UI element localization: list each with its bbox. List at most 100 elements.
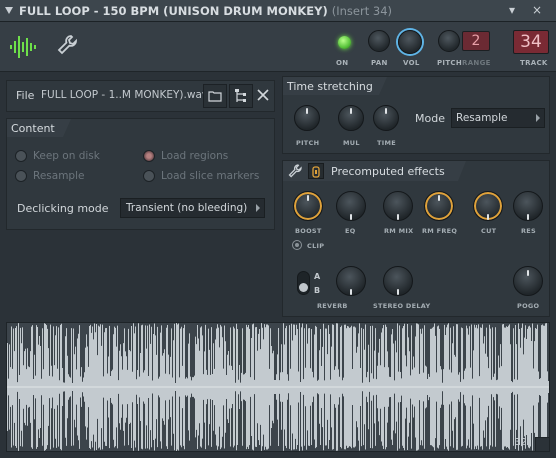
insert-label: (Insert 34) [331, 4, 393, 18]
track-number[interactable]: 34 [513, 30, 549, 54]
b-label: B [314, 286, 321, 295]
stereo-delay-knob[interactable] [383, 266, 413, 296]
time-stretching-title: Time stretching [283, 77, 387, 95]
knob-indicator [397, 214, 399, 220]
clear-file-button[interactable] [254, 84, 272, 108]
collapse-icon[interactable]: ▾ [505, 3, 519, 17]
knob-indicator [350, 108, 352, 114]
knob-indicator [487, 214, 489, 220]
open-folder-button[interactable] [203, 84, 227, 108]
knob-indicator [527, 214, 529, 220]
a-label: A [314, 272, 321, 281]
declicking-mode-value: Transient (no bleeding) [126, 202, 248, 214]
knob-indicator [350, 214, 352, 220]
stretch-time-label: TIME [377, 139, 396, 147]
file-name[interactable]: FULL LOOP - 1..M MONKEY).wav [41, 89, 208, 101]
on-label: ON [336, 59, 349, 67]
rm-freq-label: RM FREQ [422, 227, 458, 235]
radio-dot [143, 150, 155, 162]
stereo-delay-label: STEREO DELAY [373, 302, 431, 310]
boost-knob[interactable] [293, 191, 323, 221]
vol-label: VOL [403, 59, 420, 67]
menu-arrow-icon[interactable] [5, 7, 13, 14]
chevron-right-icon [256, 204, 260, 212]
load-regions-label: Load regions [161, 150, 229, 162]
load-slice-markers-option[interactable]: Load slice markers [143, 170, 259, 182]
mode-label: Mode [415, 112, 445, 125]
declicking-mode-label: Declicking mode [17, 202, 109, 215]
waveform-display[interactable]: 32 [6, 322, 550, 452]
close-icon[interactable]: × [530, 3, 544, 17]
browse-button[interactable] [229, 84, 253, 108]
keep-on-disk-label: Keep on disk [33, 150, 100, 162]
range-label: RANGE [462, 59, 491, 67]
radio-dot [15, 170, 27, 182]
load-regions-option[interactable]: Load regions [143, 150, 228, 162]
res-label: RES [521, 227, 537, 235]
declicking-mode-select[interactable]: Transient (no bleeding) [120, 198, 265, 218]
waveform-graphic [7, 323, 549, 451]
wrench-icon[interactable] [288, 164, 302, 178]
rm-mix-label: RM MIX [384, 227, 414, 235]
window-title-text: FULL LOOP - 150 BPM (UNISON DRUM MONKEY) [19, 4, 328, 18]
beat-count: 32 [514, 437, 527, 448]
stretch-pitch-knob[interactable] [294, 105, 320, 131]
pan-knob[interactable] [368, 30, 390, 52]
volume-knob[interactable] [398, 30, 422, 54]
clip-toggle[interactable] [292, 240, 302, 250]
wrench-icon[interactable] [56, 34, 78, 56]
time-stretching-panel: Time stretching PITCH MUL TIME Mode Resa… [282, 76, 550, 154]
knob-indicator [307, 195, 309, 201]
chevron-right-icon [536, 114, 540, 122]
close-icon [257, 89, 269, 101]
rm-mix-knob[interactable] [383, 191, 413, 221]
res-knob[interactable] [513, 191, 543, 221]
reverb-label: REVERB [317, 302, 348, 310]
stretch-time-knob[interactable] [373, 105, 399, 131]
resize-corner[interactable] [535, 437, 549, 451]
content-panel: Content Keep on disk Load regions Resamp… [6, 118, 275, 230]
file-panel: File FULL LOOP - 1..M MONKEY).wav [6, 80, 275, 112]
knob-indicator [350, 289, 352, 295]
pan-label: PAN [371, 59, 388, 67]
resample-label: Resample [33, 170, 85, 182]
mode-value: Resample [456, 112, 508, 124]
window-title: FULL LOOP - 150 BPM (UNISON DRUM MONKEY)… [19, 4, 392, 18]
content-section-title: Content [7, 119, 71, 137]
cut-label: CUT [481, 227, 497, 235]
mode-select[interactable]: Resample [451, 108, 545, 128]
ab-switch[interactable] [297, 271, 310, 295]
load-slice-markers-label: Load slice markers [161, 170, 260, 182]
stretch-mul-knob[interactable] [338, 105, 364, 131]
effects-toggle-button[interactable] [308, 163, 324, 179]
waveform-icon[interactable] [8, 32, 38, 62]
tree-icon [235, 89, 246, 102]
knob-indicator [385, 108, 387, 114]
cut-knob[interactable] [473, 191, 503, 221]
knob-indicator [306, 108, 308, 114]
precomputed-effects-panel: Precomputed effects BOOST CLIP EQ RM MIX… [282, 160, 550, 317]
pogo-knob[interactable] [513, 266, 543, 296]
title-bar[interactable]: FULL LOOP - 150 BPM (UNISON DRUM MONKEY)… [0, 0, 556, 22]
eq-knob[interactable] [336, 191, 366, 221]
stretch-pitch-label: PITCH [296, 139, 320, 147]
boost-label: BOOST [295, 227, 322, 235]
reverb-knob[interactable] [336, 266, 366, 296]
keep-on-disk-option[interactable]: Keep on disk [15, 150, 100, 162]
eq-label: EQ [345, 227, 356, 235]
radio-dot [15, 150, 27, 162]
channel-toolbar: ON PAN VOL PITCH 2 RANGE 34 TRACK [0, 22, 556, 72]
precomputed-effects-title: Precomputed effects [331, 165, 445, 178]
pitch-knob[interactable] [438, 30, 460, 52]
stretch-mul-label: MUL [343, 139, 360, 147]
rm-freq-knob[interactable] [424, 191, 454, 221]
pogo-label: POGO [517, 302, 540, 310]
track-label: TRACK [520, 59, 548, 67]
radio-dot [143, 170, 155, 182]
precomputed-effects-header: Precomputed effects [283, 161, 466, 181]
resample-option[interactable]: Resample [15, 170, 84, 182]
knob-indicator [438, 195, 440, 201]
pitch-label: PITCH [437, 59, 463, 67]
range-value[interactable]: 2 [462, 31, 490, 51]
channel-on-led[interactable] [338, 36, 351, 49]
